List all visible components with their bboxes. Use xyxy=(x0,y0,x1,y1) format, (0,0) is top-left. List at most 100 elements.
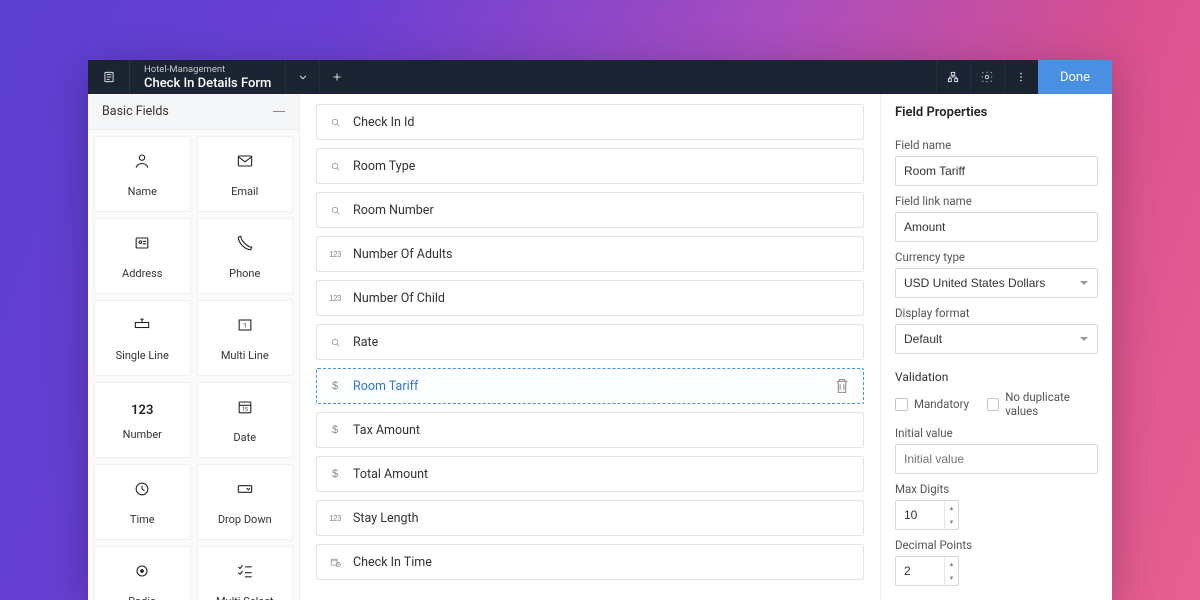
max-digits-label: Max Digits xyxy=(895,482,1098,496)
collapse-icon xyxy=(273,111,285,112)
multiline-icon: 1 xyxy=(235,315,255,339)
currency-type-icon: $ xyxy=(327,378,343,394)
form-field-row[interactable]: 123 Number Of Adults xyxy=(316,236,864,272)
form-switcher-chevron[interactable] xyxy=(285,60,319,94)
decimal-points-label: Decimal Points xyxy=(895,538,1098,552)
field-name-label: Field name xyxy=(895,138,1098,152)
mail-icon xyxy=(235,151,255,175)
mandatory-checkbox[interactable]: Mandatory xyxy=(895,390,969,418)
more-button[interactable] xyxy=(1004,60,1038,94)
no-duplicate-label: No duplicate values xyxy=(1005,390,1098,418)
form-field-label: Room Tariff xyxy=(353,379,418,394)
palette-field-date[interactable]: 15 Date xyxy=(197,382,294,458)
spin-up[interactable]: ▲ xyxy=(945,557,958,571)
palette-field-label: Address xyxy=(122,267,162,280)
form-field-row[interactable]: Room Number xyxy=(316,192,864,228)
form-icon xyxy=(88,60,130,94)
mandatory-label: Mandatory xyxy=(914,397,969,411)
delete-field-button[interactable] xyxy=(831,375,853,397)
currency-type-label: Currency type xyxy=(895,250,1098,264)
form-field-row[interactable]: 123Number Of Child xyxy=(316,280,864,316)
validation-heading: Validation xyxy=(895,370,1098,384)
phone-icon xyxy=(235,233,255,257)
app-body: Basic Fields Name Email Address Phone Single… xyxy=(88,94,1112,600)
gear-icon xyxy=(980,70,994,84)
svg-text:15: 15 xyxy=(242,407,248,413)
palette-field-multiline[interactable]: 1Multi Line xyxy=(197,300,294,376)
spin-down[interactable]: ▼ xyxy=(945,515,958,529)
properties-heading: Field Properties xyxy=(895,94,1098,130)
palette-field-label: Single Line xyxy=(116,349,169,362)
no-duplicate-checkbox[interactable]: No duplicate values xyxy=(987,390,1098,418)
palette-field-time[interactable]: Time xyxy=(94,464,191,540)
time-icon xyxy=(132,479,152,503)
checkbox-icon xyxy=(987,398,999,411)
search-type-icon xyxy=(327,334,343,350)
form-field-row[interactable]: Check In Id xyxy=(316,104,864,140)
field-link-name-label: Field link name xyxy=(895,194,1098,208)
workflow-button[interactable] xyxy=(936,60,970,94)
form-field-row[interactable]: $Total Amount xyxy=(316,456,864,492)
checkbox-icon xyxy=(895,398,908,411)
form-field-label: Check In Id xyxy=(353,115,414,130)
sitemap-icon xyxy=(946,70,960,84)
form-field-label: Room Type xyxy=(353,159,415,174)
datetime-type-icon xyxy=(327,554,343,570)
settings-button[interactable] xyxy=(970,60,1004,94)
palette-heading-label: Basic Fields xyxy=(102,104,169,119)
header-kicker: Hotel-Management xyxy=(144,65,271,75)
palette-field-label: Drop Down xyxy=(218,513,272,526)
palette-field-radio[interactable]: Radio xyxy=(94,546,191,600)
palette-heading[interactable]: Basic Fields xyxy=(88,94,299,130)
search-type-icon xyxy=(327,202,343,218)
done-button[interactable]: Done xyxy=(1038,60,1112,94)
palette-field-label: Name xyxy=(128,185,157,198)
form-field-label: Total Amount xyxy=(353,467,428,482)
form-field-row[interactable]: 123Stay Length xyxy=(316,500,864,536)
form-field-row[interactable]: Check In Time xyxy=(316,544,864,580)
number-type-icon: 123 xyxy=(327,290,343,306)
date-icon: 15 xyxy=(235,397,255,421)
form-field-row[interactable]: Rate xyxy=(316,324,864,360)
palette-field-label: Radio xyxy=(128,595,156,600)
palette-field-singleline[interactable]: Single Line xyxy=(94,300,191,376)
palette-field-mail[interactable]: Email xyxy=(197,136,294,212)
person-icon xyxy=(132,151,152,175)
palette-field-number[interactable]: 123Number xyxy=(94,382,191,458)
palette-field-label: Date xyxy=(233,431,256,444)
spin-down[interactable]: ▼ xyxy=(945,571,958,585)
initial-value-input[interactable] xyxy=(895,444,1098,474)
palette-field-dropdown[interactable]: Drop Down xyxy=(197,464,294,540)
chevron-down-icon xyxy=(296,70,310,84)
form-field-label: Check In Time xyxy=(353,555,432,570)
form-field-label: Number Of Adults xyxy=(353,247,452,262)
palette-field-multiselect[interactable]: Multi Select xyxy=(197,546,294,600)
form-field-row[interactable]: $ Tax Amount xyxy=(316,412,864,448)
form-field-row[interactable]: $ Room Tariff xyxy=(316,368,864,404)
palette-field-phone[interactable]: Phone xyxy=(197,218,294,294)
field-name-input[interactable] xyxy=(895,156,1098,186)
field-link-name-input[interactable] xyxy=(895,212,1098,242)
singleline-icon xyxy=(132,315,152,339)
form-field-row[interactable]: Room Type xyxy=(316,148,864,184)
number-type-icon: 123 xyxy=(327,246,343,262)
currency-type-select[interactable] xyxy=(895,268,1098,298)
app-window: Hotel-Management Check In Details Form D… xyxy=(88,60,1112,600)
currency-type-icon: $ xyxy=(327,422,343,438)
search-type-icon xyxy=(327,114,343,130)
app-header: Hotel-Management Check In Details Form D… xyxy=(88,60,1112,94)
palette-field-label: Number xyxy=(123,428,162,441)
number-type-icon: 123 xyxy=(327,510,343,526)
palette-field-label: Multi Select xyxy=(216,595,274,600)
add-form-button[interactable] xyxy=(319,60,353,94)
svg-text:1: 1 xyxy=(243,321,247,329)
form-field-label: Tax Amount xyxy=(353,423,420,438)
palette-field-person[interactable]: Name xyxy=(94,136,191,212)
palette-field-address[interactable]: Address xyxy=(94,218,191,294)
spin-up[interactable]: ▲ xyxy=(945,501,958,515)
display-format-label: Display format xyxy=(895,306,1098,320)
header-left: Hotel-Management Check In Details Form xyxy=(88,60,353,94)
palette-field-label: Email xyxy=(231,185,258,198)
initial-value-label: Initial value xyxy=(895,426,1098,440)
display-format-select[interactable] xyxy=(895,324,1098,354)
